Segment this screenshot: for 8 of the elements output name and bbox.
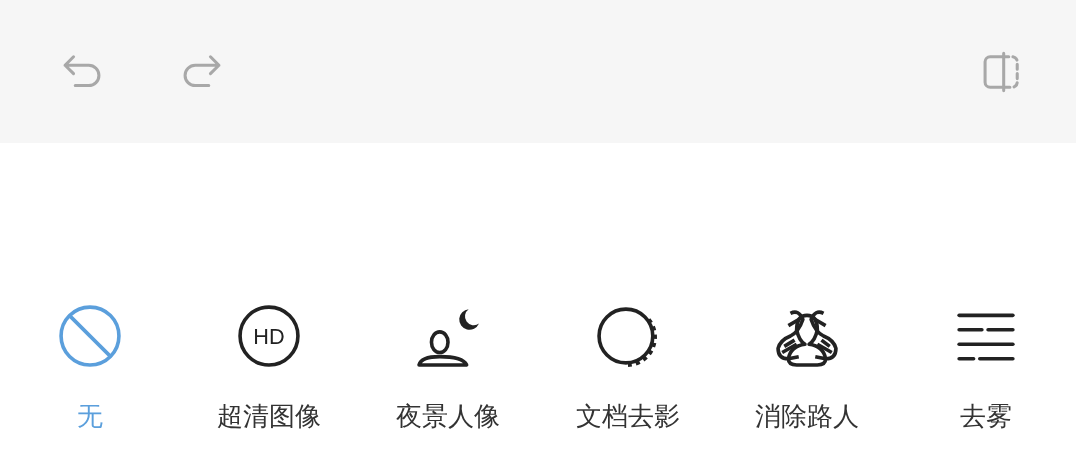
effect-option[interactable]: 文档去影: [538, 300, 718, 432]
hd-icon: HD: [238, 305, 300, 367]
effect-option[interactable]: 夜景人像: [358, 300, 538, 432]
circle-shadow-icon: [596, 305, 659, 367]
prohibited-icon: [58, 305, 121, 367]
effect-option[interactable]: HD 超清图像: [179, 300, 359, 432]
effect-option[interactable]: 去雾: [896, 300, 1076, 432]
effect-option[interactable]: 消除路人: [717, 300, 897, 432]
